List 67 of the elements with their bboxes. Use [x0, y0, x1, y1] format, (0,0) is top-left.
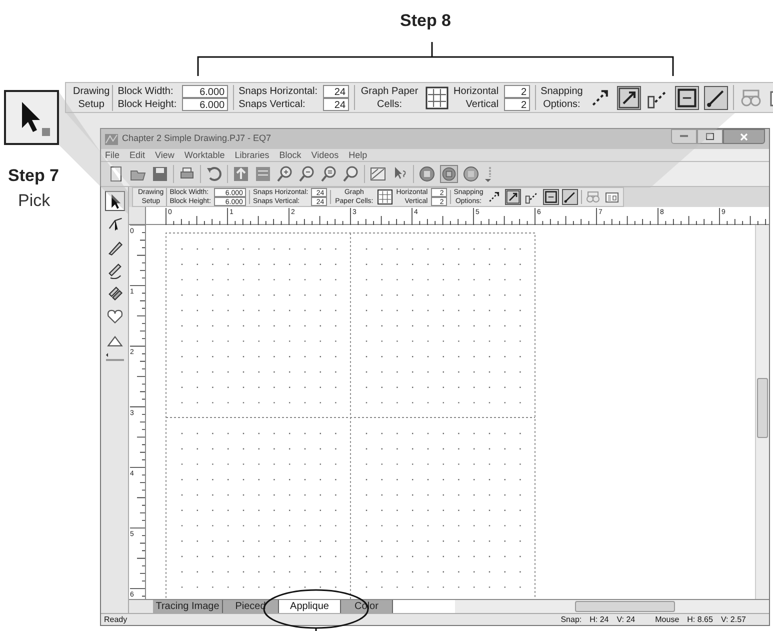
palette-handle-icon[interactable] [106, 352, 124, 362]
status-text: Ready [104, 614, 128, 626]
arrow-cursor-icon[interactable] [104, 191, 124, 211]
zoom-icon[interactable] [320, 165, 338, 183]
menu-item[interactable]: Edit [130, 150, 146, 160]
snap-icon[interactable] [616, 86, 641, 110]
snap-icon[interactable] [505, 189, 522, 205]
field-label: Snaps Horizontal: [238, 84, 318, 98]
dropdown-arrow-icon[interactable] [484, 165, 492, 183]
field-label: Graph Paper Cells: [360, 84, 420, 110]
status-value: H: 8.65 [687, 614, 713, 626]
status-value: V: 24 [616, 614, 636, 626]
grid-icon[interactable] [377, 189, 394, 205]
zoom-out-icon[interactable] [298, 165, 316, 183]
horizontal-scrollbar[interactable] [455, 600, 769, 613]
magnifier-icon[interactable] [342, 165, 360, 183]
circle-button-icon[interactable] [440, 165, 458, 183]
minimize-button[interactable] [671, 129, 697, 144]
window-title: Chapter 2 Simple Drawing.PJ7 - EQ7 [122, 132, 272, 146]
maximize-icon[interactable] [706, 133, 714, 140]
input-field[interactable]: 24 [322, 84, 349, 98]
input-field[interactable]: 2 [504, 84, 530, 98]
menu-item[interactable]: File [105, 150, 120, 160]
menu-item[interactable]: Help [348, 150, 368, 160]
worktable-tab[interactable]: Tracing Image [153, 600, 223, 613]
status-value: V: 2.57 [720, 614, 746, 626]
minimize-icon[interactable] [680, 135, 688, 138]
maximize-button[interactable] [697, 129, 723, 144]
field-label: Snaps Vertical: [238, 98, 306, 110]
pencil-square-icon[interactable] [369, 165, 387, 183]
close-button[interactable] [723, 129, 765, 144]
menu-item[interactable]: Block [279, 150, 302, 160]
step-caption: Pick [18, 190, 50, 212]
field-label: Snapping Options: [540, 84, 583, 110]
field-label: Vertical [466, 98, 499, 110]
drawing-setup-button[interactable]: Drawing Setup [71, 84, 113, 110]
menu-item[interactable]: View [155, 150, 174, 160]
field-label: Block Width: [118, 84, 174, 98]
snap-icon[interactable] [562, 189, 578, 205]
upload-icon[interactable] [232, 165, 250, 183]
field-label: Block Height: [118, 98, 177, 110]
field-label: Horizontal [454, 84, 499, 98]
step-heading: Step 7 [8, 165, 60, 187]
zoom-in-icon[interactable] [276, 165, 294, 183]
menu-item[interactable]: Worktable [184, 150, 225, 160]
status-label: Snap: [560, 614, 582, 626]
save-icon[interactable] [151, 165, 169, 183]
snap-icon[interactable] [674, 86, 699, 110]
input-field[interactable]: 24 [322, 98, 349, 110]
status-label: Mouse [655, 614, 680, 626]
undo-icon[interactable] [205, 165, 223, 183]
vertical-scrollbar[interactable] [755, 225, 769, 599]
menu-item[interactable]: Libraries [234, 150, 270, 160]
camera-icon[interactable] [418, 165, 436, 183]
step-heading: Step 8 [400, 10, 452, 32]
grid-icon[interactable] [424, 86, 449, 110]
input-field[interactable]: 6.000 [182, 84, 228, 98]
app-icon [105, 134, 118, 144]
list-icon[interactable] [254, 165, 272, 183]
menu-item[interactable]: Videos [311, 150, 339, 160]
circle-button-icon[interactable] [462, 165, 480, 183]
status-value: H: 24 [590, 614, 609, 626]
input-field[interactable]: 2 [504, 98, 530, 110]
snap-icon[interactable] [704, 86, 728, 110]
worktable-tab[interactable]: Applique [279, 600, 341, 613]
input-field[interactable]: 6.000 [182, 98, 228, 110]
snap-icon[interactable] [543, 189, 560, 205]
